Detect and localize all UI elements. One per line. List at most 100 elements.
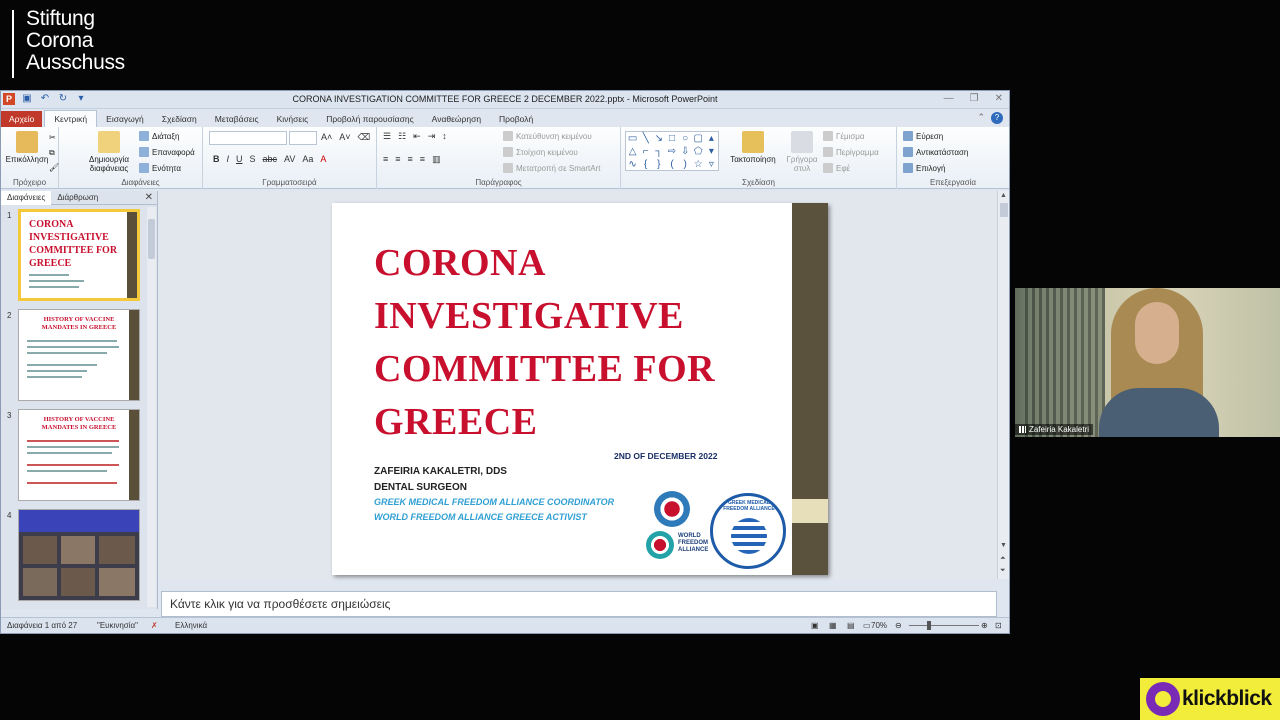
shape-down-arrow-icon[interactable]: ⇩ (679, 145, 692, 158)
zoom-level[interactable]: 70% (871, 621, 887, 630)
normal-view-icon[interactable]: ▣ (811, 621, 819, 630)
minimize-icon[interactable]: — (944, 93, 954, 104)
tab-slides[interactable]: Διαφάνειες (1, 190, 52, 205)
font-name-input[interactable] (209, 131, 287, 145)
replace-button[interactable]: Αντικατάσταση (903, 147, 968, 157)
current-slide[interactable]: CORONA INVESTIGATIVE COMMITTEE FOR GREEC… (332, 203, 828, 575)
prev-slide-icon[interactable]: ⏶ (1000, 555, 1006, 563)
slide-editor[interactable]: CORONA INVESTIGATIVE COMMITTEE FOR GREEC… (159, 191, 997, 579)
quick-styles-button[interactable]: Γρήγορα στυλ (783, 131, 821, 173)
zoom-out-icon[interactable]: ⊖ (895, 621, 902, 630)
increase-indent-icon[interactable]: ⇥ (428, 131, 436, 142)
shape-outline-button[interactable]: Περίγραμμα (823, 147, 879, 157)
help-icon[interactable]: ? (991, 112, 1003, 124)
find-button[interactable]: Εύρεση (903, 131, 943, 141)
fit-to-window-icon[interactable]: ⊡ (995, 621, 1002, 630)
shape-line-icon[interactable]: ╲ (639, 132, 652, 145)
close-pane-icon[interactable]: ✕ (145, 192, 153, 203)
tab-insert[interactable]: Εισαγωγή (97, 111, 153, 127)
tab-home[interactable]: Κεντρική (44, 110, 98, 127)
strikethrough-icon[interactable]: abc (263, 154, 278, 164)
section-button[interactable]: Ενότητα (139, 163, 181, 173)
align-right-icon[interactable]: ≡ (408, 154, 413, 165)
shapes-gallery[interactable]: ▭ ╲ ↘ □ ○ ▢ ▴ △ ⌐ ┐ ⇨ ⇩ ⬠ ▾ ∿{}() ☆ ▿ (625, 131, 719, 171)
shape-curve-icon[interactable]: ∿ (626, 158, 639, 171)
tab-view[interactable]: Προβολή (490, 111, 542, 127)
shape-rect-icon[interactable]: □ (665, 132, 678, 145)
numbering-icon[interactable]: ☷ (398, 131, 406, 142)
shape-brace2-icon[interactable]: } (652, 158, 665, 171)
spacing-icon[interactable]: AV (284, 154, 295, 164)
bold-icon[interactable]: B (213, 154, 220, 164)
decrease-indent-icon[interactable]: ⇤ (413, 131, 421, 142)
maximize-icon[interactable]: ❐ (970, 93, 979, 104)
font-color-icon[interactable]: A (320, 154, 326, 164)
shape-expand-icon[interactable]: ▾ (705, 145, 718, 158)
justify-icon[interactable]: ≡ (420, 154, 425, 165)
shrink-font-icon[interactable]: A˅ (339, 132, 350, 143)
slide-date[interactable]: 2ND OF DECEMBER 2022 (614, 451, 717, 461)
shape-fill-button[interactable]: Γέμισμα (823, 131, 865, 141)
smartart-button[interactable]: Μετατροπή σε SmartArt (503, 163, 600, 173)
clear-format-icon[interactable]: ⌫ (358, 132, 371, 143)
tab-outline[interactable]: Διάρθρωση (51, 191, 104, 205)
notes-pane[interactable]: Κάντε κλικ για να προσθέσετε σημειώσεις (161, 591, 997, 617)
font-size-input[interactable] (289, 131, 317, 145)
zoom-slider[interactable] (909, 625, 979, 626)
new-slide-button[interactable]: Δημιουργία διαφάνειας (81, 131, 137, 173)
shape-arrow-icon[interactable]: ↘ (652, 132, 665, 145)
line-spacing-icon[interactable]: ↕ (442, 131, 447, 142)
shape-pentagon-icon[interactable]: ⬠ (692, 145, 705, 158)
shape-roundrect-icon[interactable]: ▢ (692, 132, 705, 145)
presenter-info[interactable]: ZAFEIRIA KAKALETRI, DDS DENTAL SURGEON (374, 464, 507, 496)
shape-brace-icon[interactable]: { (639, 158, 652, 171)
tab-transitions[interactable]: Μεταβάσεις (206, 111, 268, 127)
shape-effects-button[interactable]: Εφέ (823, 163, 850, 173)
underline-icon[interactable]: U (236, 154, 243, 164)
scroll-up-icon[interactable]: ▲ (1000, 192, 1007, 199)
next-slide-icon[interactable]: ⏷ (1000, 567, 1006, 575)
grow-font-icon[interactable]: A˄ (321, 132, 332, 143)
zoom-slider-thumb[interactable] (927, 621, 931, 630)
cut-icon[interactable]: ✂ (49, 133, 56, 142)
shape-triangle-icon[interactable]: △ (626, 145, 639, 158)
shape-gallery-icon[interactable]: ▿ (705, 158, 718, 171)
shadow-icon[interactable]: S (250, 154, 256, 164)
zoom-in-icon[interactable]: ⊕ (981, 621, 988, 630)
align-text-button[interactable]: Στοίχιση κειμένου (503, 147, 578, 157)
shape-paren-icon[interactable]: ( (665, 158, 678, 171)
close-icon[interactable]: ✕ (995, 93, 1003, 104)
shape-right-arrow-icon[interactable]: ⇨ (665, 145, 678, 158)
format-painter-icon[interactable]: 🖌 (49, 163, 59, 172)
slide-sorter-icon[interactable]: ▦ (829, 621, 837, 630)
change-case-icon[interactable]: Aa (302, 154, 313, 164)
copy-icon[interactable]: ⧉ (49, 148, 55, 158)
language-label[interactable]: Ελληνικά (175, 621, 207, 630)
layout-button[interactable]: Διάταξη (139, 131, 179, 141)
paste-button[interactable]: Επικόλληση (5, 131, 49, 164)
pane-scrollbar[interactable] (147, 207, 156, 607)
shape-paren2-icon[interactable]: ) (679, 158, 692, 171)
tab-file[interactable]: Αρχείο (1, 111, 43, 127)
align-left-icon[interactable]: ≡ (383, 154, 388, 165)
spellcheck-icon[interactable]: ✗ (151, 621, 158, 630)
reset-button[interactable]: Επαναφορά (139, 147, 195, 157)
tab-design[interactable]: Σχεδίαση (153, 111, 206, 127)
shape-elbow-icon[interactable]: ⌐ (639, 145, 652, 158)
tab-review[interactable]: Αναθεώρηση (423, 111, 490, 127)
columns-icon[interactable]: ▥ (432, 154, 441, 165)
shape-oval-icon[interactable]: ○ (679, 132, 692, 145)
tab-animations[interactable]: Κινήσεις (268, 111, 318, 127)
presenter-roles[interactable]: GREEK MEDICAL FREEDOM ALLIANCE COORDINAT… (374, 495, 614, 525)
shape-connector-icon[interactable]: ┐ (652, 145, 665, 158)
shape-star-icon[interactable]: ☆ (692, 158, 705, 171)
italic-icon[interactable]: I (227, 154, 230, 164)
shape-more-icon[interactable]: ▴ (705, 132, 718, 145)
pane-scroll-thumb[interactable] (148, 219, 155, 259)
shape-textbox-icon[interactable]: ▭ (626, 132, 639, 145)
select-button[interactable]: Επιλογή (903, 163, 945, 173)
editor-scrollbar[interactable]: ▲ ▼ ⏶ ⏷ (997, 191, 1009, 579)
slideshow-icon[interactable]: ▭ (863, 621, 871, 630)
minimize-ribbon-icon[interactable]: ⌃ (977, 112, 985, 124)
slide-title[interactable]: CORONA INVESTIGATIVE COMMITTEE FOR GREEC… (374, 237, 715, 449)
